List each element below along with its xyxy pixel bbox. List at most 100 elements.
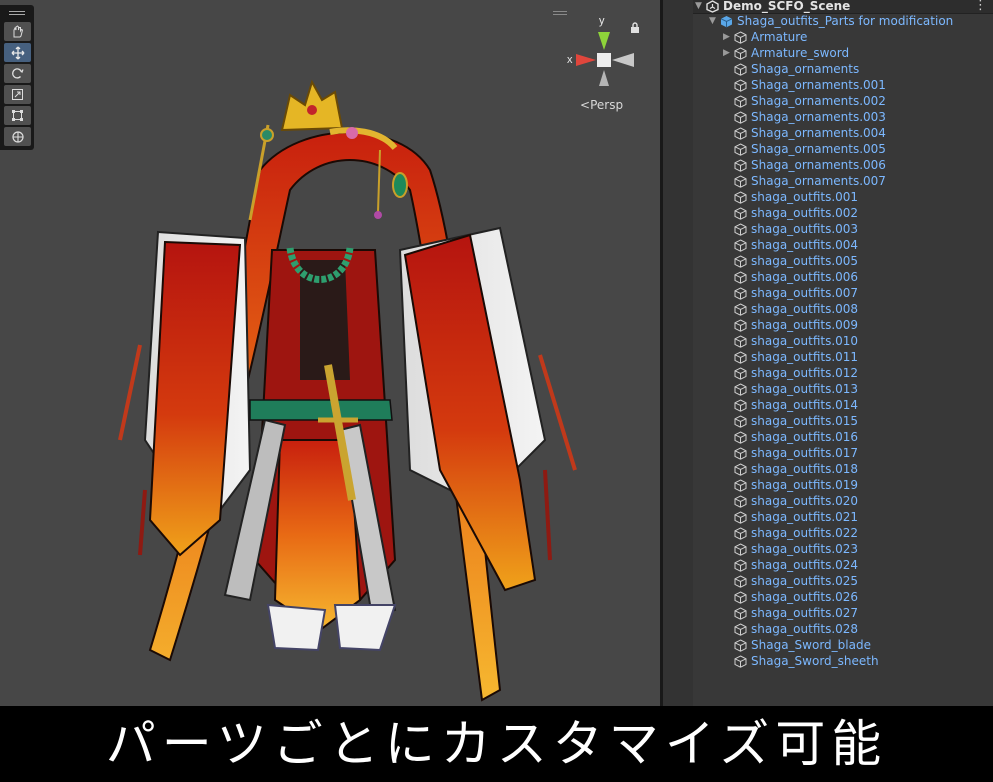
expand-right-icon[interactable]: ▶ xyxy=(723,29,734,45)
hierarchy-item-root[interactable]: ▼ Shaga_outfits_Parts for modification xyxy=(709,13,953,29)
hierarchy-item[interactable]: shaga_outfits.008 xyxy=(723,301,858,317)
hierarchy-item-label: shaga_outfits.017 xyxy=(751,446,859,460)
hierarchy-item[interactable]: shaga_outfits.021 xyxy=(723,509,858,525)
scene-toolbar xyxy=(0,5,34,150)
hierarchy-scene-row[interactable]: ▼ Demo_SCFO_Scene xyxy=(695,0,850,14)
gameobject-cube-icon xyxy=(734,414,747,428)
hierarchy-item[interactable]: Shaga_ornaments.006 xyxy=(723,157,886,173)
hierarchy-item[interactable]: shaga_outfits.005 xyxy=(723,253,858,269)
gizmo-y-label: y xyxy=(599,15,605,27)
hierarchy-item[interactable]: shaga_outfits.014 xyxy=(723,397,858,413)
hierarchy-item[interactable]: shaga_outfits.001 xyxy=(723,189,858,205)
hierarchy-item-label: Shaga_ornaments.007 xyxy=(751,174,886,188)
hand-tool-icon[interactable] xyxy=(4,22,31,41)
gizmo-neg-y-axis[interactable] xyxy=(599,70,609,86)
hierarchy-item[interactable]: Shaga_ornaments.001 xyxy=(723,77,886,93)
hierarchy-item[interactable]: shaga_outfits.018 xyxy=(723,461,858,477)
hierarchy-item[interactable]: shaga_outfits.024 xyxy=(723,557,858,573)
scale-tool-icon[interactable] xyxy=(4,85,31,104)
hierarchy-item[interactable]: Shaga_ornaments.002 xyxy=(723,93,886,109)
hierarchy-item[interactable]: shaga_outfits.012 xyxy=(723,365,858,381)
projection-toggle[interactable]: <Persp xyxy=(580,98,623,112)
expand-down-icon[interactable]: ▼ xyxy=(709,13,720,29)
hierarchy-item-label: shaga_outfits.008 xyxy=(751,302,859,316)
hierarchy-item-label: Shaga_outfits_Parts for modification xyxy=(737,14,954,28)
gameobject-cube-icon xyxy=(734,238,747,252)
hierarchy-item[interactable]: shaga_outfits.022 xyxy=(723,525,858,541)
gameobject-cube-icon xyxy=(734,334,747,348)
expand-right-icon[interactable]: ▶ xyxy=(723,45,734,61)
hierarchy-item[interactable]: shaga_outfits.002 xyxy=(723,205,858,221)
gameobject-cube-icon xyxy=(734,318,747,332)
hierarchy-item[interactable]: Shaga_ornaments.007 xyxy=(723,173,886,189)
gameobject-cube-icon xyxy=(734,62,747,76)
hierarchy-item[interactable]: shaga_outfits.017 xyxy=(723,445,858,461)
hierarchy-item[interactable]: Shaga_ornaments.005 xyxy=(723,141,886,157)
gameobject-cube-icon xyxy=(734,638,747,652)
hierarchy-item-label: shaga_outfits.025 xyxy=(751,574,859,588)
hierarchy-item[interactable]: shaga_outfits.013 xyxy=(723,381,858,397)
hierarchy-item[interactable]: shaga_outfits.025 xyxy=(723,573,858,589)
gameobject-cube-icon xyxy=(734,142,747,156)
gameobject-cube-icon xyxy=(734,350,747,364)
gameobject-cube-icon xyxy=(734,30,747,44)
gameobject-cube-icon xyxy=(734,542,747,556)
hierarchy-item[interactable]: shaga_outfits.028 xyxy=(723,621,858,637)
gameobject-cube-icon xyxy=(734,78,747,92)
hierarchy-item[interactable]: shaga_outfits.004 xyxy=(723,237,858,253)
gameobject-cube-icon xyxy=(734,110,747,124)
hierarchy-item-label: Shaga_Sword_sheeth xyxy=(751,654,879,668)
hierarchy-item[interactable]: shaga_outfits.027 xyxy=(723,605,858,621)
hierarchy-item-label: Shaga_ornaments.005 xyxy=(751,142,886,156)
hierarchy-item[interactable]: shaga_outfits.019 xyxy=(723,477,858,493)
gameobject-cube-icon xyxy=(734,526,747,540)
gameobject-cube-icon xyxy=(734,126,747,140)
hierarchy-item[interactable]: shaga_outfits.020 xyxy=(723,493,858,509)
hierarchy-item[interactable]: Shaga_ornaments.003 xyxy=(723,109,886,125)
chevron-left-icon: < xyxy=(580,98,591,112)
gameobject-cube-icon xyxy=(734,654,747,668)
gameobject-cube-icon xyxy=(734,558,747,572)
hierarchy-item-label: shaga_outfits.027 xyxy=(751,606,859,620)
gameobject-cube-icon xyxy=(734,206,747,220)
hierarchy-item-label: Shaga_ornaments xyxy=(751,62,860,76)
hierarchy-item[interactable]: shaga_outfits.003 xyxy=(723,221,858,237)
hierarchy-item-label: shaga_outfits.010 xyxy=(751,334,859,348)
hierarchy-item[interactable]: Shaga_ornaments xyxy=(723,61,859,77)
hierarchy-item[interactable]: shaga_outfits.023 xyxy=(723,541,858,557)
hierarchy-item[interactable]: ▶ Armature xyxy=(723,29,807,45)
hierarchy-item[interactable]: Shaga_Sword_sheeth xyxy=(723,653,879,669)
hierarchy-item[interactable]: shaga_outfits.016 xyxy=(723,429,858,445)
hierarchy-item[interactable]: shaga_outfits.026 xyxy=(723,589,858,605)
gameobject-cube-icon xyxy=(734,574,747,588)
gameobject-cube-icon xyxy=(734,46,747,60)
kebab-menu-icon[interactable]: ⋮ xyxy=(974,0,987,13)
scene-view[interactable]: y x <Persp xyxy=(0,0,660,706)
projection-label: Persp xyxy=(590,98,624,112)
gizmo-center-cube[interactable] xyxy=(597,53,611,67)
transform-tool-icon[interactable] xyxy=(4,127,31,146)
hierarchy-item[interactable]: Shaga_ornaments.004 xyxy=(723,125,886,141)
expand-down-icon[interactable]: ▼ xyxy=(695,0,706,14)
hierarchy-item-label: shaga_outfits.007 xyxy=(751,286,859,300)
gizmo-x-axis[interactable] xyxy=(576,54,596,66)
rotate-tool-icon[interactable] xyxy=(4,64,31,83)
hierarchy-item[interactable]: shaga_outfits.007 xyxy=(723,285,858,301)
hierarchy-item[interactable]: shaga_outfits.011 xyxy=(723,349,858,365)
rect-tool-icon[interactable] xyxy=(4,106,31,125)
hierarchy-item-label: Demo_SCFO_Scene xyxy=(723,0,851,13)
move-tool-icon[interactable] xyxy=(4,43,31,62)
hierarchy-item[interactable]: Shaga_Sword_blade xyxy=(723,637,871,653)
hierarchy-item[interactable]: shaga_outfits.006 xyxy=(723,269,858,285)
hierarchy-item-label: Armature_sword xyxy=(751,46,850,60)
hierarchy-item[interactable]: shaga_outfits.015 xyxy=(723,413,858,429)
hierarchy-item[interactable]: shaga_outfits.009 xyxy=(723,317,858,333)
toolbar-grip[interactable] xyxy=(9,11,25,12)
gameobject-cube-icon xyxy=(734,254,747,268)
hierarchy-item-label: Shaga_ornaments.001 xyxy=(751,78,886,92)
gameobject-cube-icon xyxy=(734,382,747,396)
gizmo-neg-x-axis[interactable] xyxy=(612,53,634,67)
hierarchy-item[interactable]: shaga_outfits.010 xyxy=(723,333,858,349)
hierarchy-item[interactable]: ▶ Armature_sword xyxy=(723,45,849,61)
gizmo-y-axis[interactable] xyxy=(598,32,610,50)
